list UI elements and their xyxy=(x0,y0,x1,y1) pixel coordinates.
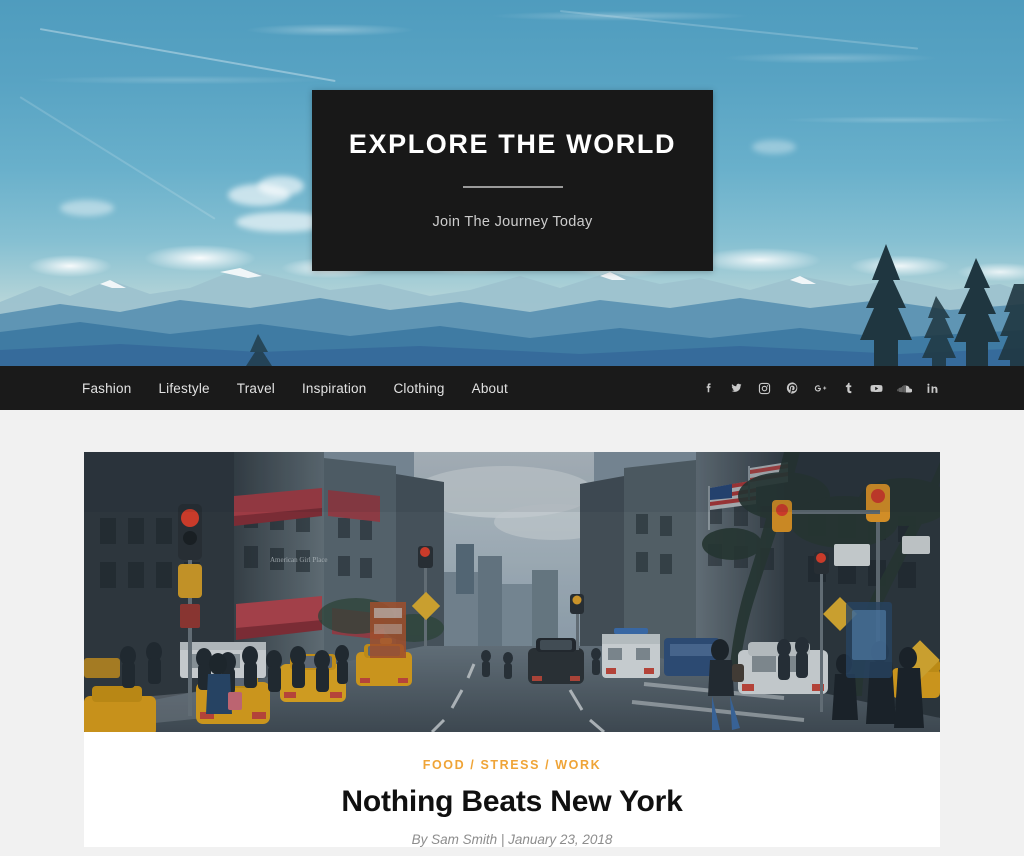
hero-divider xyxy=(462,186,563,188)
pinterest-icon[interactable] xyxy=(785,381,800,396)
linkedin-icon[interactable] xyxy=(925,381,940,396)
nav-item-clothing[interactable]: Clothing xyxy=(393,381,444,396)
main-navigation: Fashion Lifestyle Travel Inspiration Clo… xyxy=(0,366,1024,410)
social-links xyxy=(701,381,940,396)
hero-subtitle: Join The Journey Today xyxy=(432,214,593,230)
main-content: American Girl Place FOOD / STRESS / WORK… xyxy=(0,410,1024,856)
article-title[interactable]: Nothing Beats New York xyxy=(124,785,900,819)
instagram-icon[interactable] xyxy=(757,381,772,396)
nav-item-fashion[interactable]: Fashion xyxy=(82,381,131,396)
nav-item-inspiration[interactable]: Inspiration xyxy=(302,381,367,396)
cloud-puff xyxy=(60,200,114,216)
nav-item-lifestyle[interactable]: Lifestyle xyxy=(158,381,209,396)
hero-banner: EXPLORE THE WORLD Join The Journey Today xyxy=(0,0,1024,366)
nav-item-travel[interactable]: Travel xyxy=(237,381,275,396)
cloud-puff xyxy=(258,176,304,196)
article-byline: By Sam Smith | January 23, 2018 xyxy=(411,831,613,847)
facebook-icon[interactable] xyxy=(701,381,716,396)
article-card: American Girl Place FOOD / STRESS / WORK… xyxy=(84,452,940,847)
article-featured-image[interactable]: American Girl Place xyxy=(84,452,940,732)
google-plus-icon[interactable] xyxy=(813,381,828,396)
article-text-body: FOOD / STRESS / WORK Nothing Beats New Y… xyxy=(84,732,940,847)
article-categories[interactable]: FOOD / STRESS / WORK xyxy=(124,758,900,772)
nav-links: Fashion Lifestyle Travel Inspiration Clo… xyxy=(82,381,508,396)
soundcloud-icon[interactable] xyxy=(897,381,912,396)
youtube-icon[interactable] xyxy=(869,381,884,396)
tumblr-icon[interactable] xyxy=(841,381,856,396)
hero-title-box: EXPLORE THE WORLD Join The Journey Today xyxy=(312,90,713,271)
nav-item-about[interactable]: About xyxy=(472,381,508,396)
twitter-icon[interactable] xyxy=(729,381,744,396)
hero-title: EXPLORE THE WORLD xyxy=(348,129,677,159)
cloud-puff xyxy=(752,140,796,154)
